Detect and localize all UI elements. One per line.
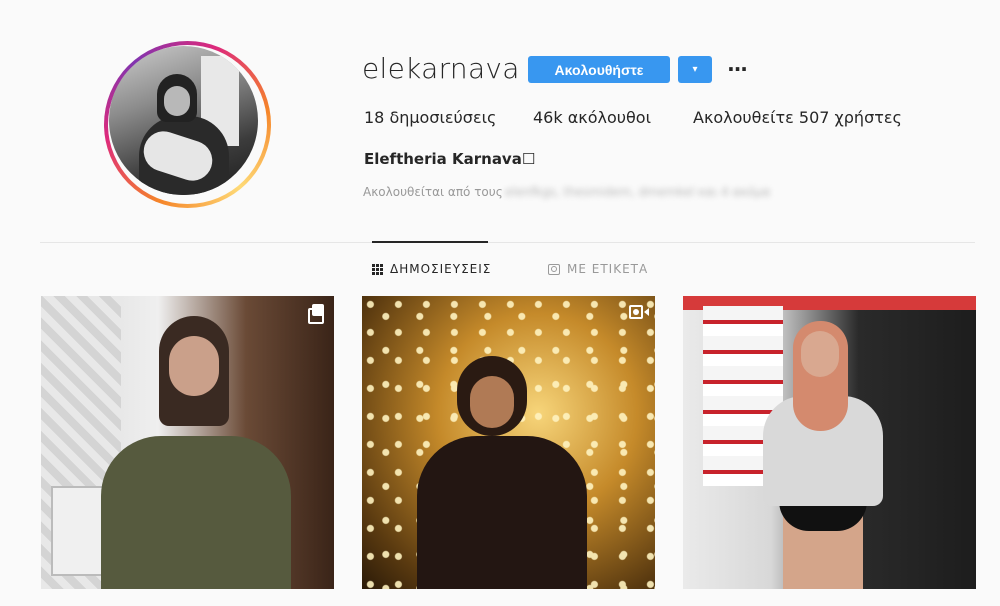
post3-face	[801, 331, 839, 377]
post-thumbnail-3[interactable]	[683, 296, 976, 589]
profile-avatar-ring[interactable]	[104, 41, 271, 208]
tab-posts-label: ΔΗΜΟΣΙΕΥΣΕΙΣ	[390, 262, 492, 276]
tagged-user-icon	[548, 263, 560, 275]
followed-by-label: Ακολουθείται από τους	[363, 185, 503, 199]
posts-count: 18 δημοσιεύσεις	[364, 108, 497, 127]
tab-posts[interactable]: ΔΗΜΟΣΙΕΥΣΕΙΣ	[372, 262, 491, 276]
post2-coat	[417, 436, 587, 589]
post-thumbnail-1[interactable]	[41, 296, 334, 589]
profile-username: elekarnava	[362, 52, 520, 85]
suggested-dropdown-button[interactable]: ▾	[678, 56, 712, 83]
followed-by-names[interactable]: elenfkgs, thesmidem, dmemkel και 4 ακόμα	[505, 185, 770, 199]
profile-full-name: Eleftheria Karnava☐	[364, 150, 536, 168]
following-link[interactable]: Ακολουθείτε 507 χρήστες	[693, 108, 902, 127]
grid-icon	[372, 263, 383, 275]
multiple-photos-icon	[308, 304, 324, 324]
tab-tagged-label: ΜΕ ΕΤΙΚΕΤΑ	[567, 262, 649, 276]
follow-button[interactable]: Ακολουθήστε	[528, 56, 670, 83]
post1-jacket	[101, 436, 291, 589]
post1-face	[169, 336, 219, 396]
active-tab-indicator	[372, 241, 488, 243]
avatar-face	[164, 86, 190, 116]
tabs-divider	[40, 242, 975, 243]
post-thumbnail-2[interactable]	[362, 296, 655, 589]
post2-face	[470, 376, 514, 428]
tab-tagged[interactable]: ΜΕ ΕΤΙΚΕΤΑ	[548, 262, 648, 276]
video-camera-icon	[629, 305, 649, 319]
avatar[interactable]	[109, 46, 258, 195]
more-options-icon[interactable]: ···	[726, 57, 748, 81]
followers-link[interactable]: 46k ακόλουθοι	[533, 108, 651, 127]
